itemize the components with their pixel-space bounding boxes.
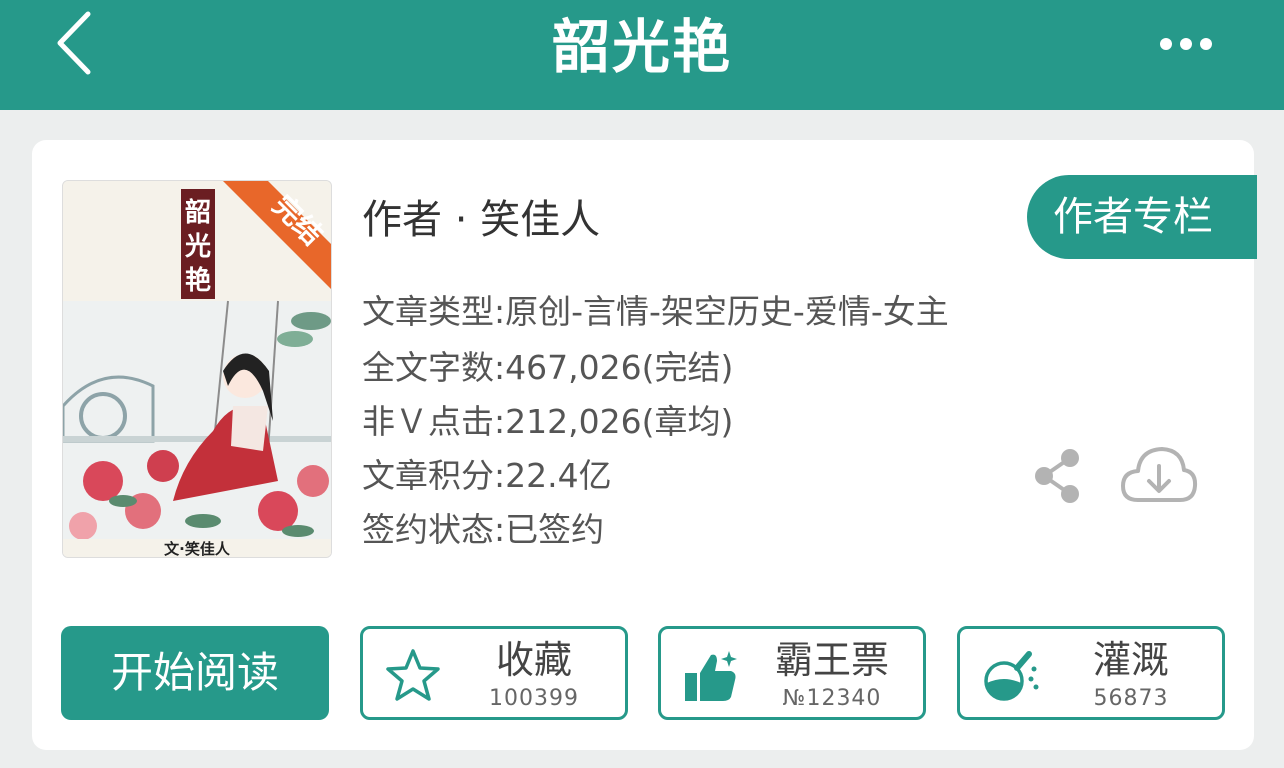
genre-text: 文章类型:原创-言情-架空历史-爱情-女主 — [362, 292, 949, 331]
cover-byline: 文·笑佳人 — [164, 540, 231, 557]
cover-title: 艳 — [185, 265, 211, 296]
author-column-button[interactable]: 作者专栏 — [1027, 175, 1257, 259]
book-cover[interactable]: 韶 光 艳 完结 文·笑佳人 — [62, 180, 332, 558]
sign-status-text: 签约状态:已签约 — [362, 510, 605, 549]
share-icon[interactable] — [1032, 448, 1082, 504]
cover-title: 光 — [184, 232, 211, 262]
cover-title: 韶 — [185, 197, 211, 228]
vote-label: 霸王票 — [774, 638, 889, 682]
collect-button[interactable]: 收藏 100399 — [360, 626, 628, 720]
page-title: 韶光艳 — [551, 13, 732, 81]
star-icon — [386, 649, 440, 701]
score-text: 文章积分:22.4亿 — [362, 456, 612, 495]
top-nav-bar: 韶光艳 — [0, 0, 1284, 110]
thumbs-up-icon — [685, 651, 737, 701]
cloud-download-icon[interactable] — [1120, 444, 1198, 506]
vote-count: №12340 — [782, 686, 882, 711]
water-count: 56873 — [1093, 686, 1169, 711]
flask-icon — [984, 651, 1039, 701]
clicks-text: 非Ｖ点击:212,026(章均) — [362, 402, 734, 441]
collect-label: 收藏 — [495, 638, 572, 682]
book-info-card: 韶 光 艳 完结 文·笑佳人 作者 · 笑佳人 作者专栏 文章类型:原创-言情-… — [32, 140, 1257, 750]
water-button[interactable]: 灌溉 56873 — [957, 626, 1225, 720]
author-line[interactable]: 作者 · 笑佳人 — [362, 196, 600, 244]
vote-button[interactable]: 霸王票 №12340 — [658, 626, 926, 720]
start-reading-button[interactable]: 开始阅读 — [61, 626, 329, 720]
more-dots-icon[interactable] — [1158, 32, 1214, 56]
collect-count: 100399 — [489, 686, 579, 711]
water-label: 灌溉 — [1092, 638, 1169, 682]
word-count-text: 全文字数:467,026(完结) — [362, 348, 734, 387]
